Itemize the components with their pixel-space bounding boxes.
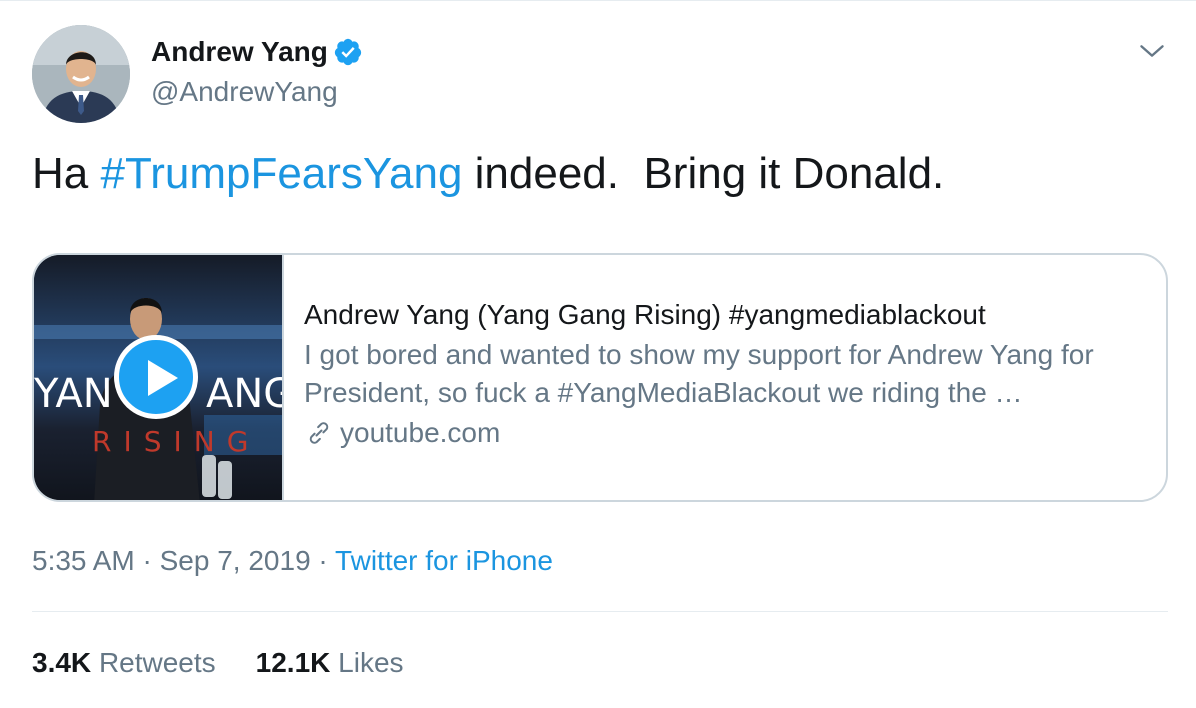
tweet-text: Ha #TrumpFearsYang indeed. Bring it Dona… <box>32 147 944 201</box>
meta-separator: · <box>134 545 160 576</box>
author-handle[interactable]: @AndrewYang <box>151 75 363 109</box>
tweet-text-after: indeed. Bring it Donald. <box>462 149 945 198</box>
author-block: Andrew Yang @AndrewYang <box>151 35 363 109</box>
link-card[interactable]: YAN ANG RISING Andrew Yang (Yang Gang Ri… <box>32 253 1168 502</box>
tweet-date[interactable]: Sep 7, 2019 <box>160 545 311 576</box>
tweet-meta: 5:35 AM · Sep 7, 2019 · Twitter for iPho… <box>32 543 553 579</box>
card-description: I got bored and wanted to show my suppor… <box>304 339 1094 408</box>
verified-badge-icon <box>334 38 361 66</box>
tweet-time[interactable]: 5:35 AM <box>32 545 135 576</box>
card-domain[interactable]: youtube.com <box>340 414 500 452</box>
author-name-row[interactable]: Andrew Yang <box>151 35 363 69</box>
retweets-label: Retweets <box>98 647 216 678</box>
tweet-stats: 3.4K Retweets 12.1K Likes <box>32 645 444 681</box>
tweet-source[interactable]: Twitter for iPhone <box>335 545 553 576</box>
avatar-photo-icon <box>32 25 130 123</box>
likes-count: 12.1K <box>255 647 331 678</box>
thumbnail-text-left: YAN <box>34 371 113 417</box>
card-body[interactable]: Andrew Yang (Yang Gang Rising) #yangmedi… <box>304 297 1146 452</box>
chevron-down-icon[interactable] <box>1138 37 1166 65</box>
video-thumbnail[interactable]: YAN ANG RISING <box>34 255 284 500</box>
retweets-count: 3.4K <box>32 647 92 678</box>
likes-stat[interactable]: 12.1K Likes <box>256 645 404 681</box>
tweet-text-before: Ha <box>32 149 101 198</box>
meta-separator-2: · <box>310 545 336 576</box>
card-domain-row[interactable]: youtube.com <box>304 414 1146 452</box>
likes-label: Likes <box>338 647 404 678</box>
tweet: Andrew Yang @AndrewYang Ha #TrumpFearsYa… <box>0 0 1196 708</box>
divider <box>32 611 1168 612</box>
hashtag-link[interactable]: #TrumpFearsYang <box>100 149 462 198</box>
retweets-stat[interactable]: 3.4K Retweets <box>32 645 216 681</box>
avatar[interactable] <box>32 25 130 123</box>
play-button[interactable] <box>114 335 198 419</box>
thumbnail-subtext: RISING <box>92 425 260 458</box>
author-display-name[interactable]: Andrew Yang <box>151 35 328 69</box>
link-icon <box>309 422 329 444</box>
card-title[interactable]: Andrew Yang (Yang Gang Rising) #yangmedi… <box>304 297 1146 333</box>
thumbnail-text-right: ANG <box>206 371 282 417</box>
